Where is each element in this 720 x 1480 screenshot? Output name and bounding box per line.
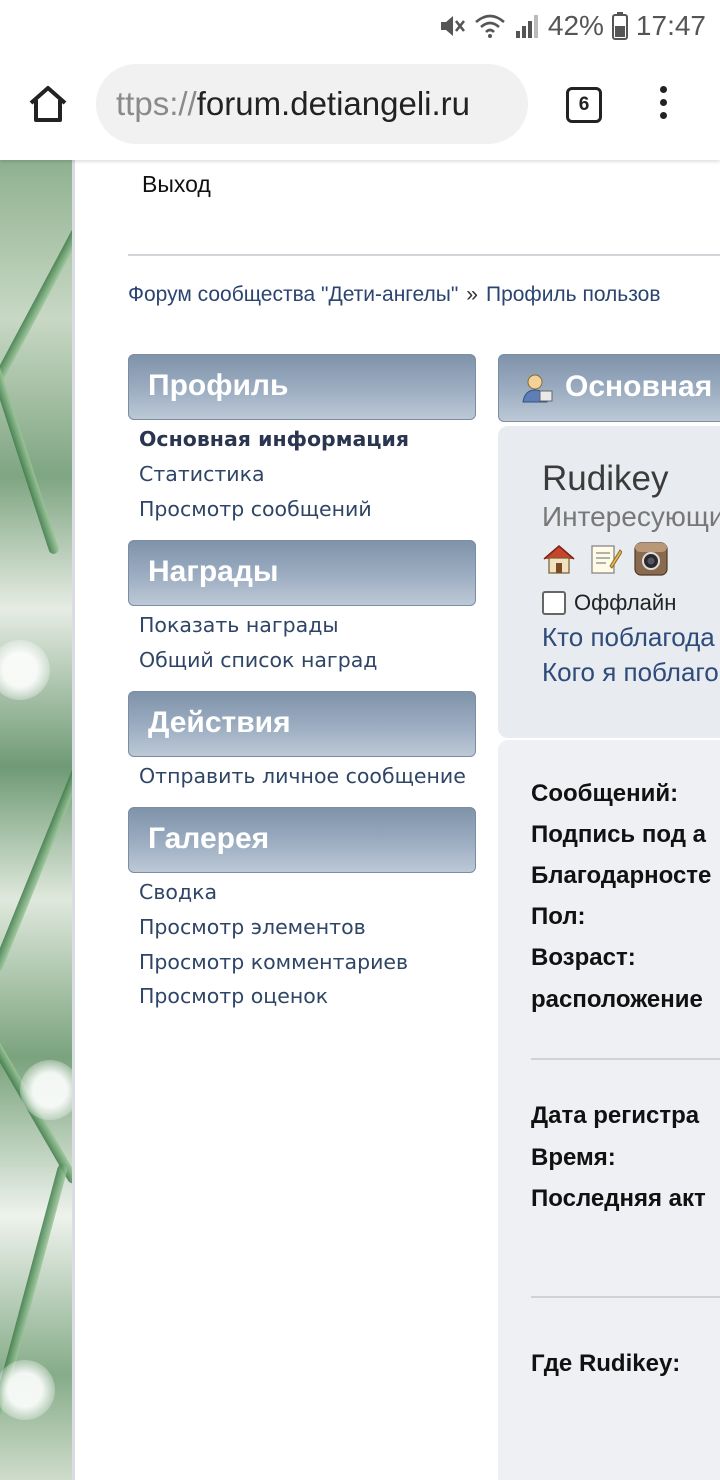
- sidebar-item-view-elements[interactable]: Просмотр элементов: [139, 915, 366, 939]
- page-border: [72, 160, 75, 1480]
- stat-signature-label: Подпись под а: [531, 821, 706, 848]
- sidebar-item-statistics[interactable]: Статистика: [139, 462, 265, 486]
- mute-icon: [440, 16, 465, 36]
- breadcrumb-separator: »: [466, 283, 478, 306]
- sidebar-item-basic-info[interactable]: Основная информация: [139, 427, 409, 451]
- sidebar-item-show-awards[interactable]: Показать награды: [139, 613, 339, 637]
- breadcrumb-profile-link[interactable]: Профиль пользов: [486, 283, 661, 306]
- clock: 17:47: [635, 10, 706, 41]
- battery-percent: 42%: [547, 10, 604, 41]
- stat-thanks-label: Благодарносте: [531, 862, 712, 889]
- stat-time-label: Время:: [531, 1144, 616, 1171]
- tabs-icon[interactable]: 6: [566, 87, 602, 123]
- menu-dots-icon[interactable]: [652, 86, 674, 126]
- stat-gender-label: Пол:: [531, 903, 586, 930]
- sidebar-header-profile: Профиль: [128, 354, 476, 420]
- sidebar-item-awards-list[interactable]: Общий список наград: [139, 648, 377, 672]
- thanked-by-link[interactable]: Кто поблагода: [542, 622, 715, 653]
- user-info-icon: [522, 374, 553, 403]
- stat-registered-label: Дата регистра: [531, 1102, 700, 1129]
- stat-posts-label: Сообщений:: [531, 780, 679, 807]
- main-section-title: Основная: [565, 370, 713, 403]
- logout-link[interactable]: Выход: [142, 171, 211, 198]
- header-divider: [128, 254, 720, 256]
- browser-toolbar: ttps://forum.detiangeli.ru 6: [0, 52, 720, 160]
- online-status-label: Оффлайн: [574, 590, 677, 615]
- wifi-icon: [475, 14, 505, 38]
- sidebar-item-view-ratings[interactable]: Просмотр оценок: [139, 984, 328, 1008]
- signal-icon: [515, 15, 538, 38]
- notepad-icon[interactable]: [588, 542, 622, 576]
- sidebar-header-awards: Награды: [128, 540, 476, 606]
- url-scheme: ttps://: [116, 85, 197, 122]
- breadcrumb: Форум сообщества "Дети-ангелы" » Профиль п…: [128, 283, 660, 307]
- stat-where-label: Где Rudikey:: [531, 1350, 681, 1377]
- status-bar: 42% 17:47: [0, 0, 720, 52]
- home-icon[interactable]: [26, 82, 70, 126]
- offline-status-icon: [542, 591, 566, 615]
- stat-age-label: Возраст:: [531, 944, 636, 971]
- sidebar-header-gallery: Галерея: [128, 807, 476, 873]
- stats-divider: [531, 1058, 720, 1060]
- online-status: Оффлайн: [542, 590, 676, 616]
- decorative-background-image: [0, 160, 72, 1480]
- breadcrumb-forum-link[interactable]: Форум сообщества "Дети-ангелы": [128, 283, 458, 306]
- sidebar-item-view-posts[interactable]: Просмотр сообщений: [139, 497, 372, 521]
- sidebar-item-send-pm[interactable]: Отправить личное сообщение: [139, 764, 466, 788]
- main-section-header: Основная: [498, 354, 720, 422]
- home-icon[interactable]: [542, 542, 576, 576]
- sidebar-item-view-comments[interactable]: Просмотр комментариев: [139, 950, 408, 974]
- stats-divider: [531, 1296, 720, 1298]
- thanked-link[interactable]: Кого я поблаго: [542, 657, 719, 688]
- battery-icon: [611, 12, 628, 40]
- sidebar-header-actions: Действия: [128, 691, 476, 757]
- username: Rudikey: [542, 459, 669, 498]
- user-title: Интересующи: [542, 501, 720, 532]
- stat-last-active-label: Последняя акт: [531, 1185, 706, 1212]
- sidebar-item-summary[interactable]: Сводка: [139, 880, 217, 904]
- url-host: forum.detiangeli.ru: [196, 85, 471, 122]
- stat-location-label: расположение: [531, 986, 703, 1013]
- url-bar[interactable]: ttps://forum.detiangeli.ru: [96, 64, 528, 144]
- instagram-icon[interactable]: [634, 542, 668, 576]
